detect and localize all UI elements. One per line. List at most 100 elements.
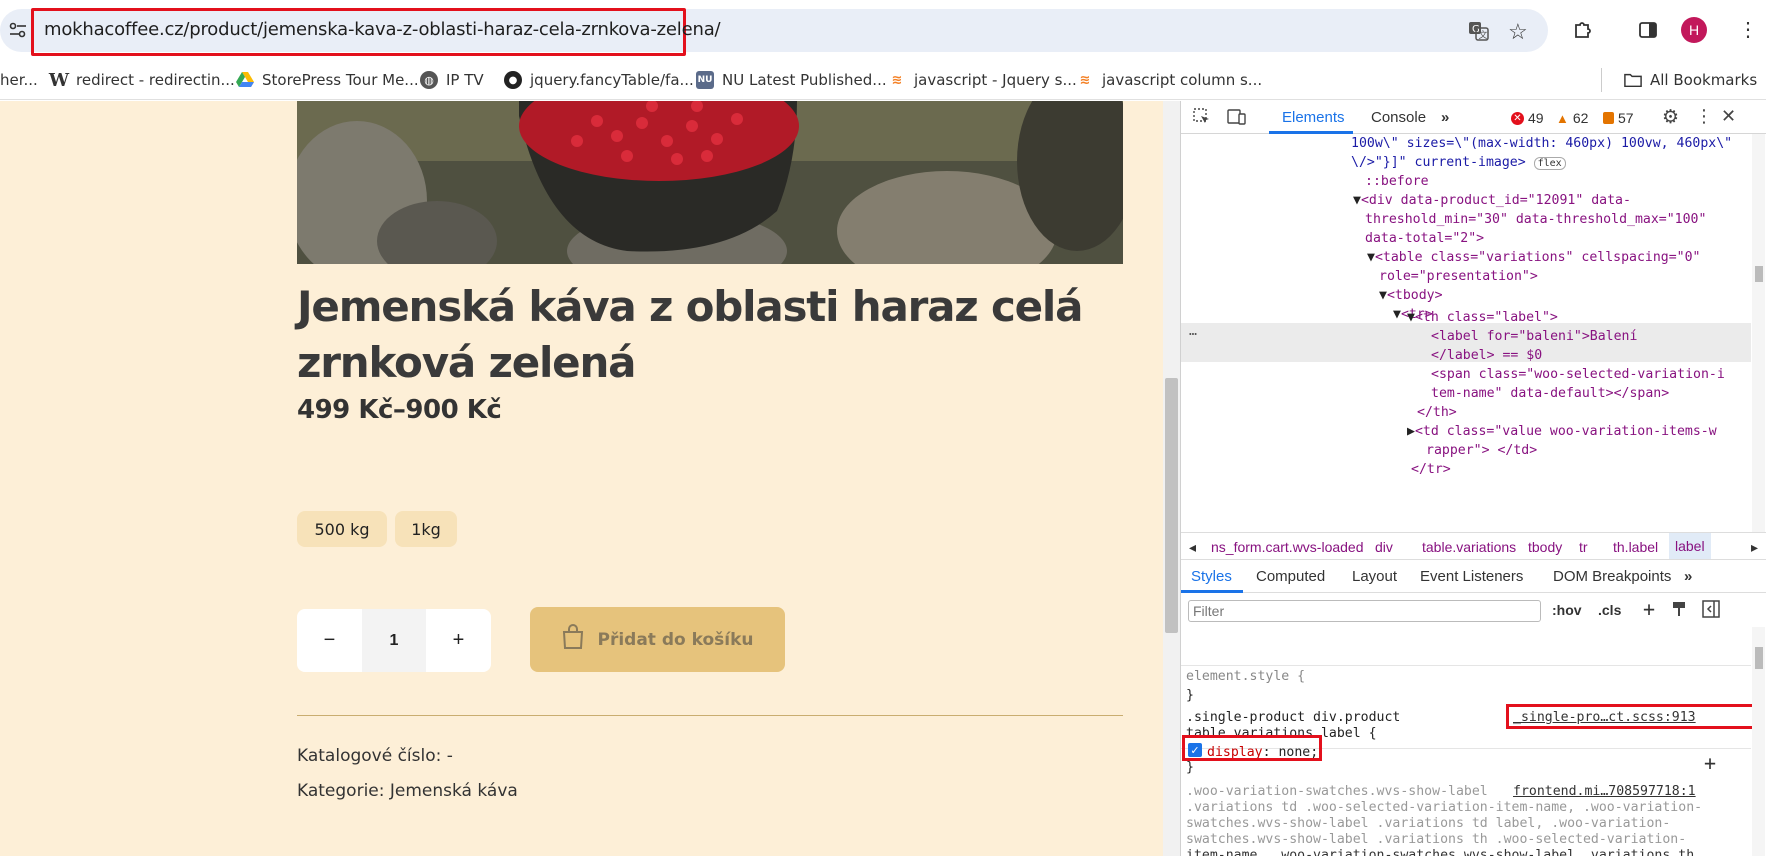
devtools-menu-icon[interactable]: ⋮ [1695,106,1713,127]
tab-styles-underline [1181,590,1243,593]
add-property-icon[interactable]: + [1704,751,1716,775]
dom-line[interactable]: ▼<table class="variations" cellspacing="… [1367,248,1700,267]
breadcrumb-item-active[interactable]: label [1669,533,1711,559]
breadcrumb-item[interactable]: tbody [1528,539,1562,555]
bookmark-item[interactable]: ◍ IP TV [420,69,484,91]
bookmark-item[interactable]: ≋ javascript - Jquery s... [888,69,1077,91]
dom-scrollbar-thumb[interactable] [1755,266,1763,282]
category-text: Kategorie: Jemenská káva [297,781,518,801]
wikipedia-icon: W [48,69,70,91]
collapse-triangle-icon[interactable]: ▶ [1407,424,1415,439]
extensions-icon[interactable] [1572,19,1594,46]
shopping-bag-icon [561,624,585,655]
rule-close-brace: } [1186,760,1194,775]
browser-toolbar: mokhacoffee.cz/product/jemenska-kava-z-o… [0,0,1766,60]
element-style-rule[interactable]: element.style { [1186,667,1305,686]
profile-avatar[interactable]: H [1681,17,1707,43]
inspect-element-icon[interactable] [1193,108,1211,130]
breadcrumb-prev-icon[interactable]: ◂ [1189,539,1196,556]
new-rule-icon[interactable]: + [1643,597,1655,621]
dom-line[interactable]: ▼<div data-product_id="12091" data- [1353,191,1631,210]
bookmark-item[interactable]: her... [0,69,38,91]
error-counter[interactable]: ✕ 49 [1511,110,1544,126]
dom-line[interactable]: ▶<td class="value woo-variation-items-w [1407,422,1717,441]
bookmark-item[interactable]: NU NU Latest Published... [696,69,887,91]
dom-line[interactable]: ▼<tbody> [1379,286,1443,305]
styles-scrollbar[interactable] [1752,627,1765,856]
expand-triangle-icon[interactable]: ▼ [1353,193,1361,208]
tab-dom-breakpoints[interactable]: DOM Breakpoints [1553,568,1671,585]
bookmark-star-icon[interactable]: ☆ [1508,19,1528,45]
bookmarks-separator [1601,68,1602,92]
styles-filter-input[interactable]: Filter [1188,600,1541,622]
dom-line[interactable]: <label for="baleni">Balení [1431,327,1637,346]
browser-menu-icon[interactable]: ⋮ [1738,16,1758,44]
breadcrumb-item[interactable]: th.label [1613,539,1658,555]
warning-counter[interactable]: ▲ 62 [1556,110,1588,126]
expand-triangle-icon[interactable]: ▼ [1379,288,1387,303]
quantity-stepper: − 1 + [297,609,491,672]
scrollbar-thumb[interactable] [1165,378,1178,633]
bookmark-label: her... [0,71,38,89]
more-actions-icon[interactable]: … [1189,322,1197,341]
bookmark-item[interactable]: ≋ javascript column s... [1076,69,1263,91]
bookmark-item[interactable]: StorePress Tour Me... [236,69,419,91]
breadcrumb-item[interactable]: div [1375,539,1393,555]
add-to-cart-button[interactable]: Přidat do košíku [530,607,785,672]
site-info-icon[interactable] [8,20,28,40]
quantity-input[interactable]: 1 [362,609,426,672]
tab-event-listeners[interactable]: Event Listeners [1420,568,1523,585]
translate-icon[interactable]: G文 [1468,20,1490,47]
toggle-sidebar-icon[interactable] [1702,600,1720,622]
issues-counter[interactable]: 57 [1603,110,1634,126]
expand-triangle-icon[interactable]: ▼ [1407,310,1415,325]
tab-computed[interactable]: Computed [1256,568,1325,585]
hov-toggle[interactable]: :hov [1552,602,1582,618]
all-bookmarks-button[interactable]: All Bookmarks [1624,69,1757,91]
breadcrumb-item[interactable]: ns_form.cart.wvs-loaded [1211,539,1364,555]
tab-elements[interactable]: Elements [1282,109,1345,126]
source-highlight-box [1506,704,1757,729]
tab-styles[interactable]: Styles [1191,568,1232,585]
add-to-cart-label: Přidat do košíku [597,629,754,650]
more-tabs-icon[interactable]: » [1441,109,1449,126]
expand-triangle-icon[interactable]: ▼ [1367,250,1375,265]
variation-chip[interactable]: 500 kg [297,511,387,547]
styles-scrollbar-thumb[interactable] [1755,647,1763,669]
tab-layout[interactable]: Layout [1352,568,1397,585]
breadcrumb-next-icon[interactable]: ▸ [1751,539,1758,556]
dom-scrollbar[interactable] [1752,134,1765,532]
url-text[interactable]: mokhacoffee.cz/product/jemenska-kava-z-o… [44,19,721,40]
product-hero-image [297,101,1123,264]
close-devtools-icon[interactable]: ✕ [1721,106,1736,127]
expand-triangle-icon[interactable]: ▼ [1393,307,1401,322]
error-count: 49 [1528,110,1544,126]
cls-toggle[interactable]: .cls [1598,602,1621,618]
side-panel-icon[interactable] [1638,20,1658,45]
page-scrollbar[interactable] [1163,101,1180,856]
issues-icon [1603,112,1614,124]
flex-badge[interactable]: flex [1533,157,1566,170]
tab-console[interactable]: Console [1371,109,1426,126]
breadcrumb-item[interactable]: tr [1579,539,1588,555]
rule-separator [1181,665,1751,666]
paint-brush-icon[interactable] [1671,601,1687,621]
dom-line: threshold_min="30" data-threshold_max="1… [1365,212,1707,227]
increase-button[interactable]: + [426,609,491,672]
decrease-button[interactable]: − [297,609,362,672]
dom-line[interactable]: ▼<th class="label"> [1407,308,1558,327]
google-drive-icon [236,71,254,89]
variation-chip[interactable]: 1kg [395,511,457,547]
bookmark-item[interactable]: Wredirect - redirectin... [48,69,235,91]
product-title: Jemenská káva z oblasti haraz celá zrnko… [297,282,1083,387]
settings-gear-icon[interactable]: ⚙ [1662,106,1679,128]
dom-line[interactable]: </label> == $0 [1431,346,1542,365]
breadcrumb: ◂ ns_form.cart.wvs-loaded div table.vari… [1181,532,1766,560]
more-style-tabs-icon[interactable]: » [1684,568,1692,585]
device-toolbar-icon[interactable] [1227,108,1247,130]
breadcrumb-item[interactable]: table.variations [1422,539,1516,555]
rule-selector[interactable]: item-name, .woo-variation-swatches.wvs-s… [1186,846,1694,856]
bookmark-item[interactable]: ● jquery.fancyTable/fa... [504,69,694,91]
dom-line: tem-name" data-default></span> [1431,386,1670,401]
product-price: 499 Kč–900 Kč [297,395,502,425]
